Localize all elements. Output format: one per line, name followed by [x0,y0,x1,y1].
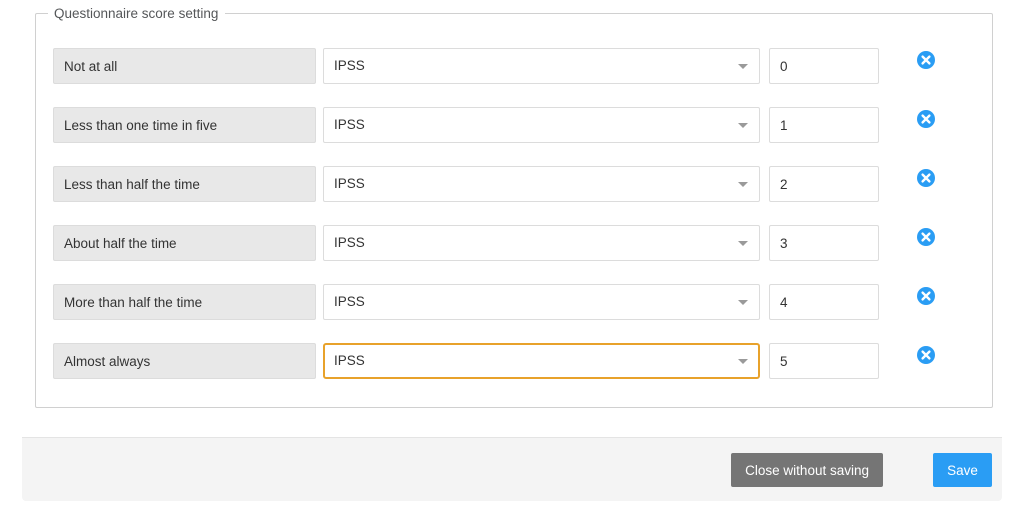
questionnaire-select[interactable]: IPSS [323,225,760,261]
score-value-input[interactable] [769,284,879,320]
remove-circle-icon [917,110,935,128]
answer-label-input[interactable] [53,225,316,261]
delete-row-button[interactable] [916,227,936,247]
delete-row-button[interactable] [916,345,936,365]
delete-row-button[interactable] [916,168,936,188]
questionnaire-select-value: IPSS [323,48,760,84]
delete-row-button[interactable] [916,50,936,70]
answer-label-input[interactable] [53,107,316,143]
answer-label-input[interactable] [53,343,316,379]
score-value-input[interactable] [769,107,879,143]
close-without-saving-button[interactable]: Close without saving [731,453,883,487]
remove-circle-icon [917,346,935,364]
questionnaire-select[interactable]: IPSS [323,284,760,320]
questionnaire-select[interactable]: IPSS [323,343,760,379]
score-value-input[interactable] [769,225,879,261]
delete-row-button[interactable] [916,109,936,129]
questionnaire-score-setting-fieldset: Questionnaire score setting IPSSIPSSIPSS… [35,4,993,408]
score-value-input[interactable] [769,48,879,84]
answer-label-input[interactable] [53,48,316,84]
score-rows-list: IPSS IPSS IPSS IPSS IPSS IPSS [36,14,992,407]
score-value-input[interactable] [769,166,879,202]
table-row: IPSS [36,284,992,320]
table-row: IPSS [36,343,992,379]
remove-circle-icon [917,228,935,246]
score-value-input[interactable] [769,343,879,379]
remove-circle-icon [917,51,935,69]
questionnaire-score-setting-page: Questionnaire score setting IPSSIPSSIPSS… [0,0,1024,513]
questionnaire-select[interactable]: IPSS [323,107,760,143]
questionnaire-select-value: IPSS [323,284,760,320]
questionnaire-select[interactable]: IPSS [323,166,760,202]
table-row: IPSS [36,107,992,143]
dialog-footer: Close without saving Save [22,437,1002,501]
questionnaire-select-value: IPSS [323,225,760,261]
questionnaire-select-value: IPSS [323,343,760,379]
questionnaire-select[interactable]: IPSS [323,48,760,84]
delete-row-button[interactable] [916,286,936,306]
questionnaire-select-value: IPSS [323,107,760,143]
questionnaire-select-value: IPSS [323,166,760,202]
save-button[interactable]: Save [933,453,992,487]
table-row: IPSS [36,166,992,202]
remove-circle-icon [917,287,935,305]
table-row: IPSS [36,225,992,261]
answer-label-input[interactable] [53,284,316,320]
table-row: IPSS [36,48,992,84]
remove-circle-icon [917,169,935,187]
answer-label-input[interactable] [53,166,316,202]
